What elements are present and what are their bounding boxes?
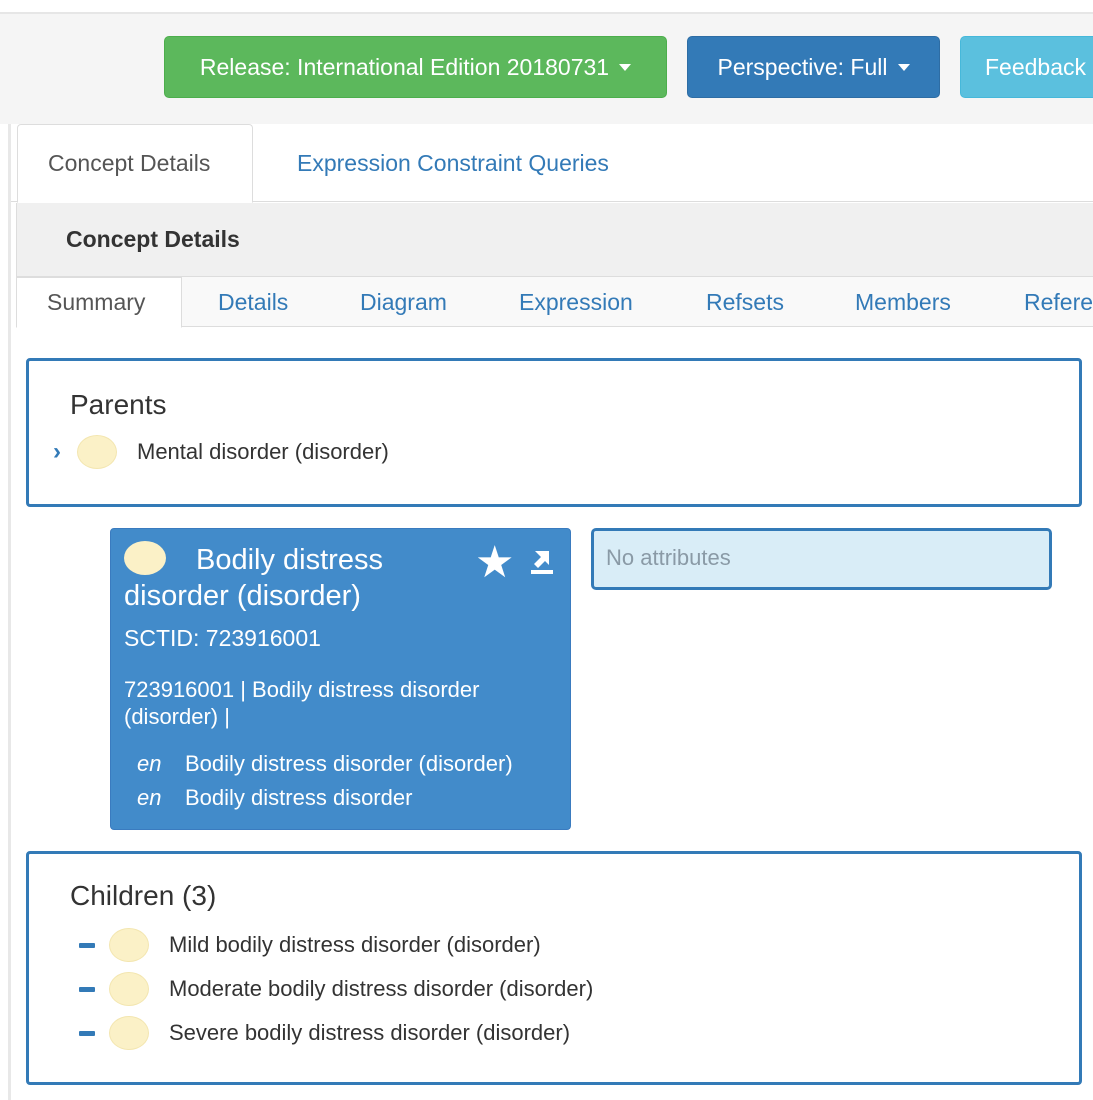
release-dropdown-button[interactable]: Release: International Edition 20180731 bbox=[164, 36, 667, 98]
export-icon[interactable] bbox=[529, 547, 555, 575]
concept-fsn-line: 723916001 | Bodily distress disorder (di… bbox=[124, 677, 480, 729]
caret-down-icon bbox=[619, 63, 632, 71]
children-panel: Children (3) Mild bodily distress disord… bbox=[26, 851, 1082, 1085]
children-title: Children (3) bbox=[70, 880, 217, 911]
child-concept-label[interactable]: Mild bodily distress disorder (disorder) bbox=[169, 932, 541, 958]
tab-members[interactable]: Members bbox=[855, 277, 951, 328]
tab-expression[interactable]: Expression bbox=[519, 277, 633, 328]
tab-refsets[interactable]: Refsets bbox=[706, 277, 784, 328]
concept-tabs: Summary Details Diagram Expression Refse… bbox=[16, 277, 1093, 328]
minus-icon bbox=[79, 1030, 95, 1036]
tab-expression-constraint-queries[interactable]: Expression Constraint Queries bbox=[267, 124, 639, 203]
tree-row[interactable]: Mild bodily distress disorder (disorder) bbox=[79, 928, 541, 962]
child-concept-label[interactable]: Moderate bodily distress disorder (disor… bbox=[169, 976, 593, 1002]
description-language: en bbox=[137, 751, 162, 776]
tab-details[interactable]: Details bbox=[218, 277, 288, 328]
perspective-label: Perspective: Full bbox=[717, 53, 888, 80]
star-icon[interactable]: ★ bbox=[475, 541, 514, 585]
concept-card: Bodily distress disorder (disorder) ★ SC… bbox=[110, 528, 571, 830]
chevron-right-icon[interactable]: › bbox=[53, 438, 71, 466]
primitive-concept-icon bbox=[109, 928, 149, 962]
toolbar: Release: International Edition 20180731 … bbox=[0, 14, 1093, 124]
feedback-label: Feedback bbox=[985, 53, 1087, 80]
tab-diagram[interactable]: Diagram bbox=[360, 277, 447, 328]
main-tabs: Concept Details Expression Constraint Qu… bbox=[11, 124, 1093, 203]
description-row: en Bodily distress disorder (disorder) bbox=[137, 751, 513, 777]
tab-references[interactable]: Refere bbox=[1024, 277, 1093, 328]
concept-title: Bodily distress disorder (disorder) bbox=[124, 541, 484, 614]
parent-concept-label[interactable]: Mental disorder (disorder) bbox=[137, 439, 389, 465]
panel-heading: Concept Details bbox=[16, 203, 1093, 277]
tree-row[interactable]: Moderate bodily distress disorder (disor… bbox=[79, 972, 593, 1006]
concept-sctid: SCTID: 723916001 bbox=[124, 625, 321, 651]
tree-row[interactable]: › Mental disorder (disorder) bbox=[53, 435, 389, 469]
primitive-concept-icon bbox=[109, 972, 149, 1006]
feedback-button[interactable]: Feedback bbox=[960, 36, 1093, 98]
parents-title: Parents bbox=[70, 389, 167, 420]
caret-down-icon bbox=[897, 63, 910, 71]
primitive-concept-icon bbox=[124, 541, 166, 575]
description-row: en Bodily distress disorder bbox=[137, 785, 412, 811]
primitive-concept-icon bbox=[77, 435, 117, 469]
attributes-box: No attributes bbox=[591, 528, 1052, 590]
tree-row[interactable]: Severe bodily distress disorder (disorde… bbox=[79, 1016, 570, 1050]
description-term: Bodily distress disorder bbox=[185, 785, 413, 810]
panel-left-border bbox=[8, 124, 11, 1100]
tab-concept-details[interactable]: Concept Details bbox=[17, 124, 253, 203]
minus-icon bbox=[79, 942, 95, 948]
perspective-dropdown-button[interactable]: Perspective: Full bbox=[687, 36, 940, 98]
release-label: Release: International Edition 20180731 bbox=[199, 53, 610, 80]
description-language: en bbox=[137, 785, 162, 810]
description-term: Bodily distress disorder (disorder) bbox=[185, 751, 513, 776]
minus-icon bbox=[79, 986, 95, 992]
parents-panel: Parents › Mental disorder (disorder) bbox=[26, 358, 1082, 507]
tab-summary[interactable]: Summary bbox=[16, 277, 182, 328]
primitive-concept-icon bbox=[109, 1016, 149, 1050]
child-concept-label[interactable]: Severe bodily distress disorder (disorde… bbox=[169, 1020, 570, 1046]
